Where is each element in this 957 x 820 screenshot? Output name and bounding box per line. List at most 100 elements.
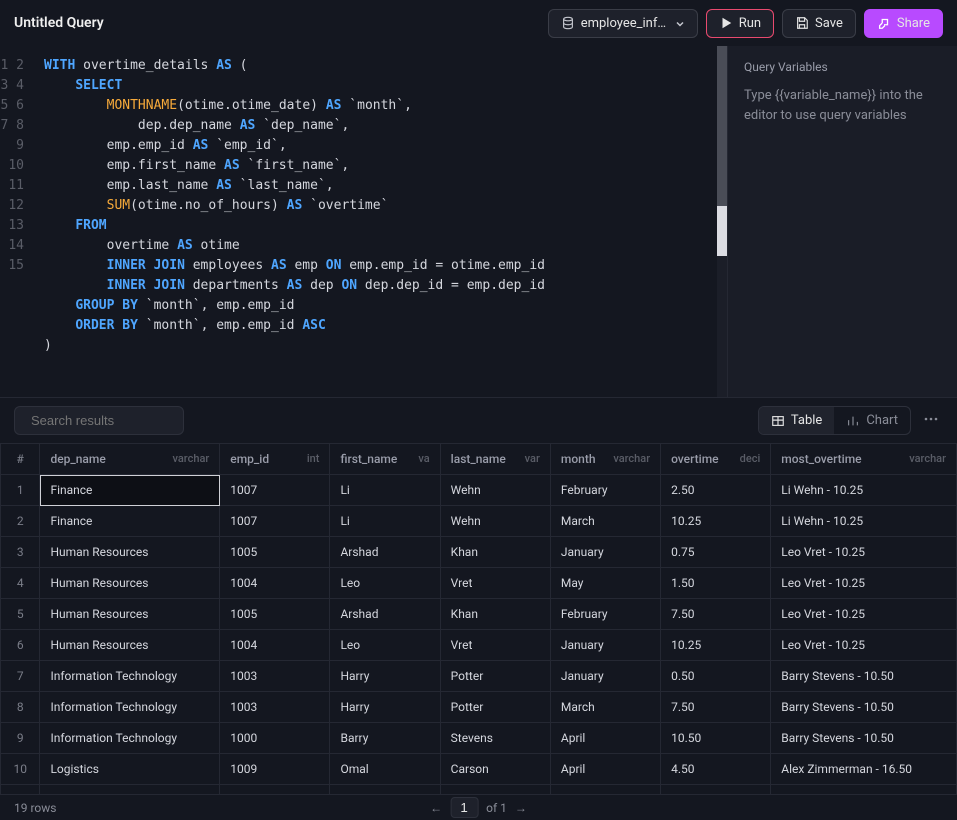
table-cell[interactable]: Leo — [330, 568, 440, 599]
table-cell[interactable]: 1005 — [220, 537, 330, 568]
search-input[interactable] — [31, 413, 207, 428]
table-view-button[interactable]: Table — [759, 407, 834, 434]
more-menu[interactable] — [919, 407, 943, 435]
run-button[interactable]: Run — [706, 9, 774, 38]
next-page-button[interactable]: → — [515, 801, 527, 815]
row-index-cell[interactable]: 9 — [1, 723, 40, 754]
table-cell[interactable]: Omal — [330, 785, 440, 795]
table-cell[interactable]: Alex Zimmerman - 16.50 — [771, 754, 957, 785]
table-cell[interactable]: April — [550, 754, 660, 785]
table-cell[interactable]: January — [550, 661, 660, 692]
table-cell[interactable]: 1009 — [220, 785, 330, 795]
table-cell[interactable]: 10.50 — [661, 723, 771, 754]
table-cell[interactable]: 1007 — [220, 475, 330, 506]
code-area[interactable]: WITH overtime_details AS ( SELECT MONTHN… — [32, 46, 727, 397]
table-cell[interactable]: Logistics — [40, 785, 220, 795]
table-cell[interactable]: Li Wehn - 10.25 — [771, 475, 957, 506]
results-table[interactable]: #dep_namevarcharemp_idintfirst_namevalas… — [0, 443, 957, 794]
row-index-cell[interactable]: 3 — [1, 537, 40, 568]
table-cell[interactable]: Leo Vret - 10.25 — [771, 599, 957, 630]
table-cell[interactable]: Human Resources — [40, 537, 220, 568]
table-cell[interactable]: Khan — [440, 537, 550, 568]
scroll-thumb-active[interactable] — [717, 206, 727, 256]
table-cell[interactable]: Human Resources — [40, 568, 220, 599]
row-index-cell[interactable]: 11 — [1, 785, 40, 795]
table-cell[interactable]: Li Wehn - 10.25 — [771, 506, 957, 537]
table-cell[interactable]: Finance — [40, 506, 220, 537]
table-cell[interactable]: Harry — [330, 692, 440, 723]
table-row[interactable]: 1Finance1007LiWehnFebruary2.50Li Wehn - … — [1, 475, 957, 506]
table-cell[interactable]: Potter — [440, 692, 550, 723]
row-index-cell[interactable]: 8 — [1, 692, 40, 723]
table-cell[interactable]: 1000 — [220, 723, 330, 754]
chart-view-button[interactable]: Chart — [834, 407, 910, 434]
share-button[interactable]: Share — [864, 9, 943, 38]
table-row[interactable]: 6Human Resources1004LeoVretJanuary10.25L… — [1, 630, 957, 661]
table-cell[interactable]: Vret — [440, 630, 550, 661]
column-header[interactable]: last_namevar — [440, 444, 550, 475]
table-cell[interactable]: Stevens — [440, 723, 550, 754]
column-header[interactable]: dep_namevarchar — [40, 444, 220, 475]
table-cell[interactable]: 7.50 — [661, 599, 771, 630]
table-cell[interactable]: Logistics — [40, 754, 220, 785]
table-cell[interactable]: Leo Vret - 10.25 — [771, 568, 957, 599]
table-cell[interactable]: April — [550, 723, 660, 754]
column-header[interactable]: monthvarchar — [550, 444, 660, 475]
table-cell[interactable]: Leo Vret - 10.25 — [771, 537, 957, 568]
table-cell[interactable]: Information Technology — [40, 661, 220, 692]
table-row[interactable]: 4Human Resources1004LeoVretMay1.50Leo Vr… — [1, 568, 957, 599]
table-row[interactable]: 5Human Resources1005ArshadKhanFebruary7.… — [1, 599, 957, 630]
table-cell[interactable]: Arshad — [330, 537, 440, 568]
column-header[interactable]: overtimedeci — [661, 444, 771, 475]
table-cell[interactable]: Wehn — [440, 506, 550, 537]
table-cell[interactable]: Harry — [330, 661, 440, 692]
database-selector[interactable]: employee_inform… — [548, 9, 698, 38]
table-row[interactable]: 10Logistics1009OmalCarsonApril4.50Alex Z… — [1, 754, 957, 785]
table-cell[interactable]: Leo — [330, 630, 440, 661]
table-cell[interactable]: 1004 — [220, 630, 330, 661]
table-row[interactable]: 2Finance1007LiWehnMarch10.25Li Wehn - 10… — [1, 506, 957, 537]
table-cell[interactable]: February — [550, 785, 660, 795]
table-cell[interactable]: 10.25 — [661, 630, 771, 661]
table-cell[interactable]: February — [550, 475, 660, 506]
table-cell[interactable]: Barry — [330, 723, 440, 754]
search-results-box[interactable] — [14, 406, 184, 435]
table-cell[interactable]: 0.75 — [661, 537, 771, 568]
table-cell[interactable]: Li — [330, 475, 440, 506]
table-cell[interactable]: Carson — [440, 785, 550, 795]
table-cell[interactable]: May — [550, 568, 660, 599]
table-cell[interactable]: 1005 — [220, 599, 330, 630]
prev-page-button[interactable]: ← — [430, 801, 442, 815]
table-cell[interactable]: Finance — [40, 475, 220, 506]
query-title[interactable]: Untitled Query — [14, 15, 104, 31]
table-cell[interactable]: Wehn — [440, 475, 550, 506]
table-cell[interactable]: March — [550, 692, 660, 723]
table-cell[interactable]: Potter — [440, 661, 550, 692]
table-cell[interactable]: 1003 — [220, 661, 330, 692]
table-cell[interactable]: January — [550, 537, 660, 568]
table-cell[interactable]: 0.50 — [661, 661, 771, 692]
row-index-cell[interactable]: 6 — [1, 630, 40, 661]
row-index-cell[interactable]: 2 — [1, 506, 40, 537]
table-cell[interactable]: Li — [330, 506, 440, 537]
table-cell[interactable]: Carson — [440, 754, 550, 785]
table-cell[interactable]: March — [550, 506, 660, 537]
table-cell[interactable]: Barry Stevens - 10.50 — [771, 723, 957, 754]
table-row[interactable]: 8Information Technology1003HarryPotterMa… — [1, 692, 957, 723]
table-cell[interactable]: 1.50 — [661, 568, 771, 599]
table-row[interactable]: 3Human Resources1005ArshadKhanJanuary0.7… — [1, 537, 957, 568]
table-cell[interactable]: 1009 — [220, 754, 330, 785]
table-cell[interactable]: 1004 — [220, 568, 330, 599]
sql-editor[interactable]: 1 2 3 4 5 6 7 8 9 10 11 12 13 14 15 WITH… — [0, 46, 727, 397]
table-cell[interactable]: Barry Stevens - 10.50 — [771, 661, 957, 692]
table-cell[interactable]: 4.50 — [661, 754, 771, 785]
scroll-thumb[interactable] — [717, 46, 727, 206]
table-cell[interactable]: February — [550, 599, 660, 630]
row-index-cell[interactable]: 5 — [1, 599, 40, 630]
table-cell[interactable]: 10.25 — [661, 506, 771, 537]
table-cell[interactable]: Information Technology — [40, 692, 220, 723]
table-cell[interactable]: Information Technology — [40, 723, 220, 754]
table-cell[interactable]: 8.00 — [661, 785, 771, 795]
table-row[interactable]: 11Logistics1009OmalCarsonFebruary8.00Ale… — [1, 785, 957, 795]
row-index-header[interactable]: # — [1, 444, 40, 475]
